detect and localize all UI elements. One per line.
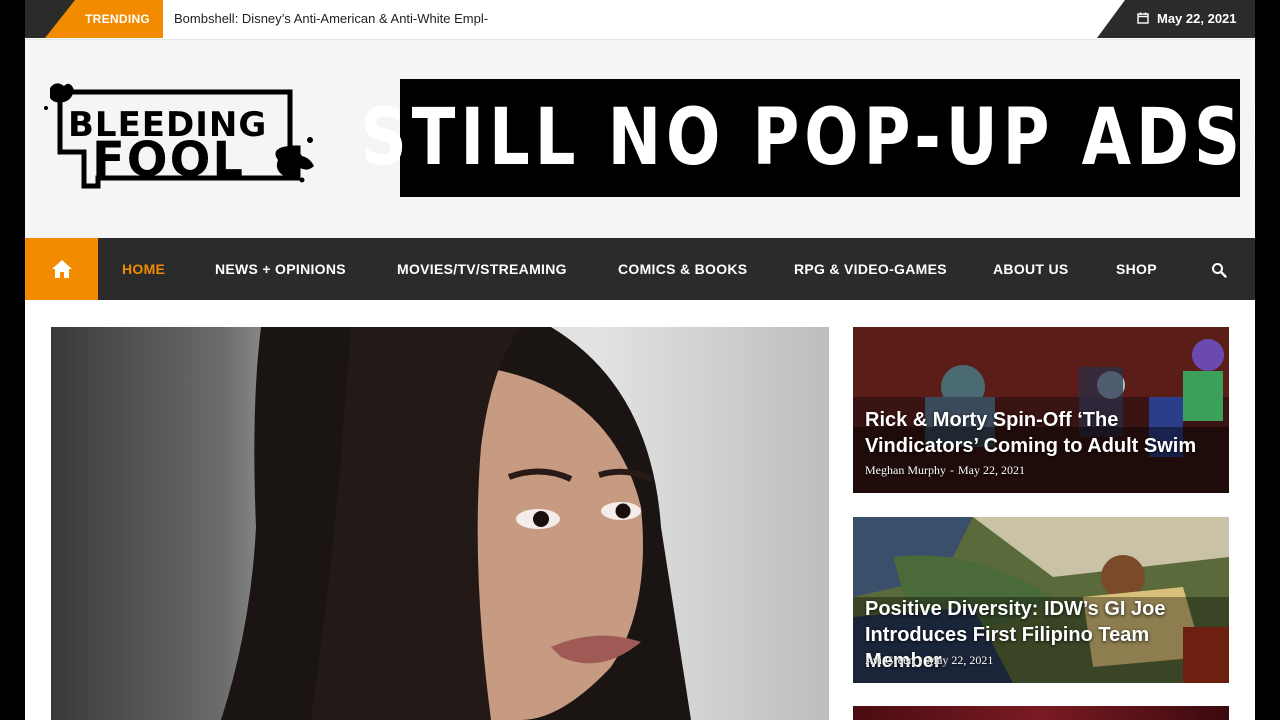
nav-item-home[interactable]: HOME <box>122 261 165 277</box>
card-1-date: May 22, 2021 <box>958 463 1025 477</box>
trending-ticker-link[interactable]: Bombshell: Disney’s Anti-American & Anti… <box>174 11 488 26</box>
site-header: BLEEDING FOOL STILL NO POP-UP ADS! <box>25 40 1255 238</box>
card-1-meta: Meghan Murphy - May 22, 2021 <box>865 463 1025 478</box>
nav-item-comics-books[interactable]: COMICS & BOOKS <box>618 261 747 277</box>
site-logo[interactable]: BLEEDING FOOL <box>40 78 320 198</box>
current-date: May 22, 2021 <box>1157 11 1237 26</box>
nav-item-shop[interactable]: SHOP <box>1116 261 1157 277</box>
card-2-meta: Avi Green - May 22, 2021 <box>865 653 993 668</box>
nav-item-news-opinions[interactable]: NEWS + OPINIONS <box>215 261 346 277</box>
main-nav: HOME NEWS + OPINIONS MOVIES/TV/STREAMING… <box>25 238 1255 300</box>
card-2-date: May 22, 2021 <box>926 653 994 667</box>
home-button[interactable] <box>25 238 98 300</box>
header-banner-ad[interactable]: STILL NO POP-UP ADS! <box>361 79 1255 197</box>
card-1-meta-separator: - <box>950 463 954 477</box>
nav-item-about-us[interactable]: ABOUT US <box>993 261 1069 277</box>
article-card-3[interactable] <box>853 706 1229 720</box>
calendar-icon <box>1137 12 1149 24</box>
nav-item-rpg-video-games[interactable]: RPG & VIDEO-GAMES <box>794 261 947 277</box>
featured-article-image[interactable] <box>51 327 829 720</box>
article-card-1[interactable]: Rick & Morty Spin-Off ‘The Vindicators’ … <box>853 327 1229 493</box>
card-2-meta-separator: - <box>918 653 923 667</box>
search-icon[interactable] <box>1211 262 1227 278</box>
card-2-author[interactable]: Avi Green <box>865 653 914 667</box>
trending-label: TRENDING <box>85 12 151 26</box>
nav-item-movies-tv-streaming[interactable]: MOVIES/TV/STREAMING <box>397 261 567 277</box>
home-icon <box>51 260 72 278</box>
logo-word-fool: FOOL <box>92 132 245 188</box>
card-1-title[interactable]: Rick & Morty Spin-Off ‘The Vindicators’ … <box>865 407 1225 459</box>
bleeding-fool-logo-graphic: BLEEDING FOOL <box>44 83 314 189</box>
banner-text: STILL NO POP-UP ADS! <box>360 93 1255 183</box>
top-bar: TRENDING Bombshell: Disney’s Anti-Americ… <box>25 0 1255 40</box>
article-card-2[interactable]: Positive Diversity: IDW’s GI Joe Introdu… <box>853 517 1229 683</box>
card-1-author[interactable]: Meghan Murphy <box>865 463 946 477</box>
portrait-photo <box>221 327 691 720</box>
page: TRENDING Bombshell: Disney’s Anti-Americ… <box>25 0 1255 720</box>
